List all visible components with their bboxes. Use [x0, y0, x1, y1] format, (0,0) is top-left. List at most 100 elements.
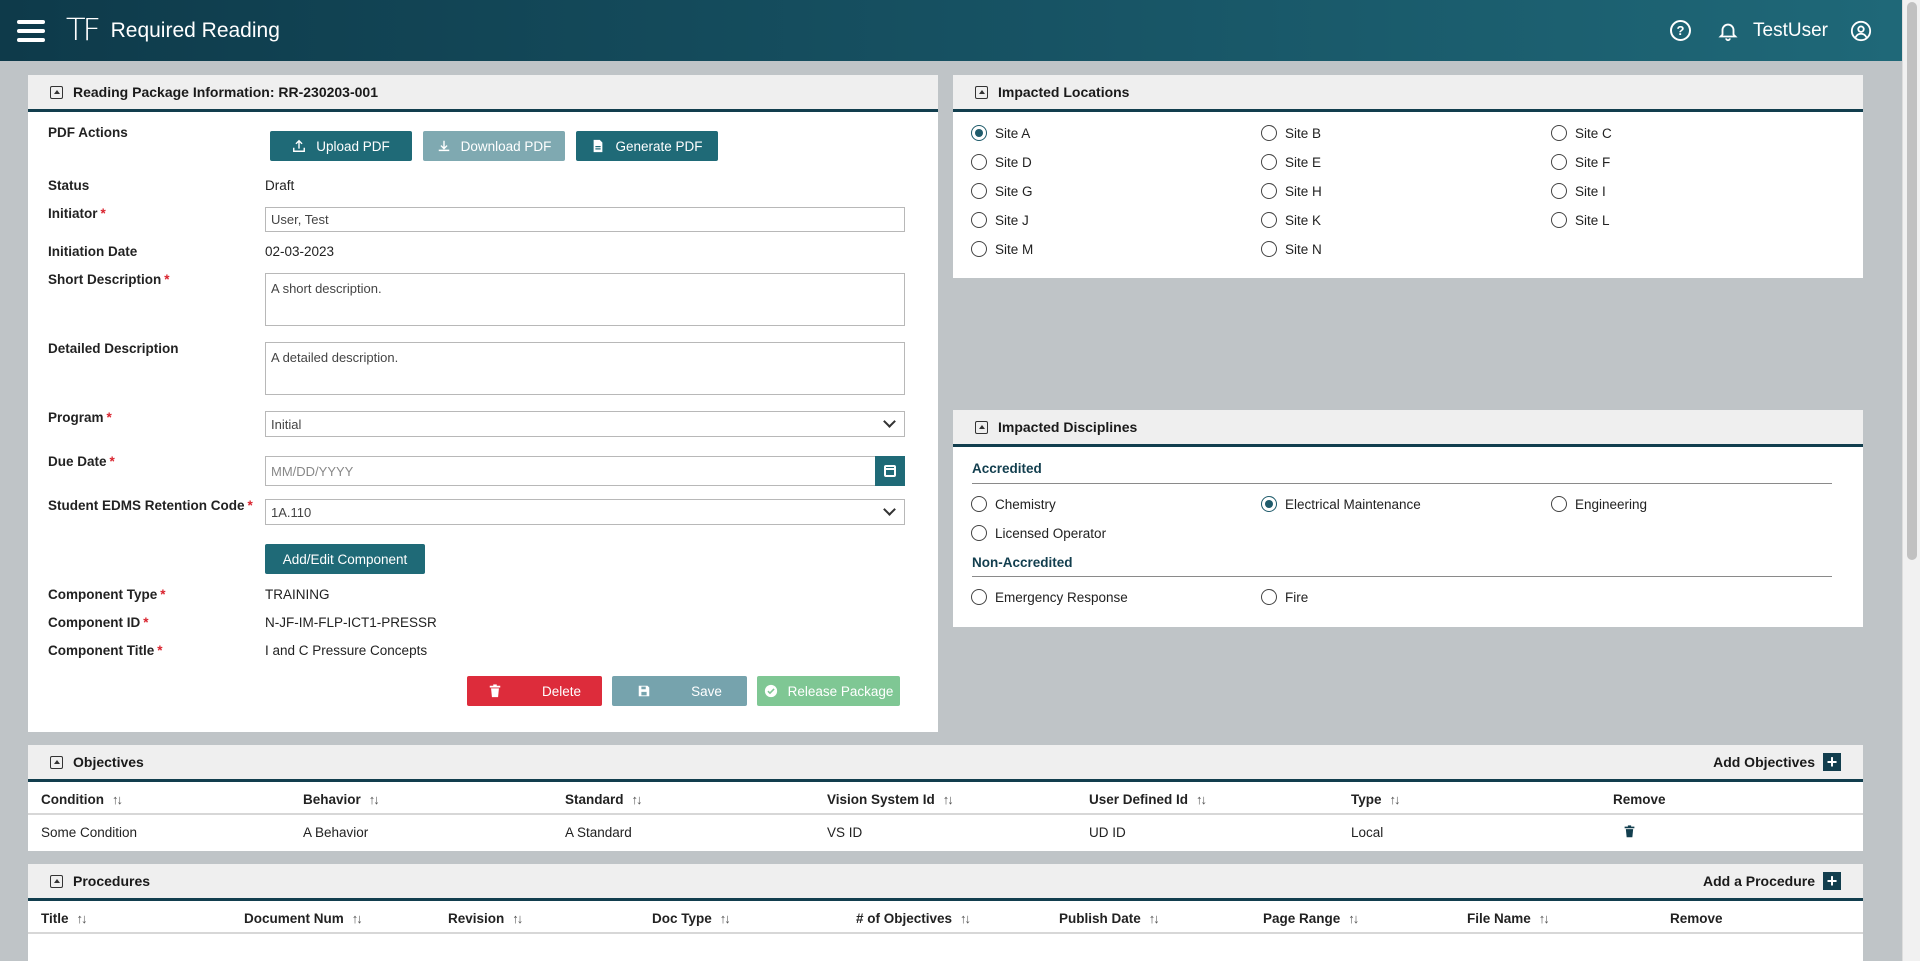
- site-radio[interactable]: Site H: [1261, 183, 1322, 199]
- component-id-label: Component ID *: [48, 615, 149, 630]
- status-label: Status: [48, 178, 90, 193]
- sort-icon[interactable]: ↑↓: [1348, 911, 1359, 926]
- delete-button[interactable]: Delete: [467, 676, 602, 706]
- collapse-icon[interactable]: [975, 420, 988, 434]
- calendar-button[interactable]: [875, 456, 905, 486]
- page-scrollbar[interactable]: [1902, 0, 1920, 961]
- collapse-icon[interactable]: [50, 874, 63, 888]
- site-radio[interactable]: Site A: [971, 125, 1030, 141]
- sort-icon[interactable]: ↑↓: [77, 911, 88, 926]
- detailed-description-label: Detailed Description: [48, 341, 179, 356]
- upload-pdf-button[interactable]: Upload PDF: [270, 131, 412, 161]
- column-header[interactable]: Vision System Id ↑↓: [827, 792, 954, 807]
- discipline-label: Fire: [1285, 589, 1309, 605]
- sort-icon[interactable]: ↑↓: [720, 911, 731, 926]
- collapse-icon[interactable]: [975, 85, 988, 99]
- sort-icon[interactable]: ↑↓: [512, 911, 523, 926]
- column-header[interactable]: Page Range ↑↓: [1263, 911, 1359, 926]
- upload-pdf-label: Upload PDF: [316, 138, 390, 154]
- impacted-disciplines-header[interactable]: Impacted Disciplines: [953, 410, 1863, 447]
- discipline-radio[interactable]: Electrical Maintenance: [1261, 496, 1421, 512]
- sort-icon[interactable]: ↑↓: [112, 792, 123, 807]
- sort-icon[interactable]: ↑↓: [632, 792, 643, 807]
- column-header[interactable]: Standard ↑↓: [565, 792, 643, 807]
- site-radio[interactable]: Site I: [1551, 183, 1606, 199]
- radio-icon: [971, 212, 987, 228]
- reading-package-header[interactable]: Reading Package Information: RR-230203-0…: [28, 75, 938, 112]
- site-radio[interactable]: Site N: [1261, 241, 1322, 257]
- discipline-radio[interactable]: Chemistry: [971, 496, 1056, 512]
- procedures-header[interactable]: Procedures: [28, 864, 1863, 901]
- column-header[interactable]: Publish Date ↑↓: [1059, 911, 1160, 926]
- initiator-field[interactable]: [265, 207, 905, 232]
- site-label: Site F: [1575, 154, 1611, 170]
- scroll-thumb[interactable]: [1907, 2, 1917, 560]
- site-radio[interactable]: Site C: [1551, 125, 1612, 141]
- site-radio[interactable]: Site G: [971, 183, 1033, 199]
- site-radio[interactable]: Site B: [1261, 125, 1321, 141]
- accredited-divider: [972, 483, 1832, 484]
- sort-icon[interactable]: ↑↓: [1149, 911, 1160, 926]
- chevron-down-icon: [883, 503, 896, 516]
- column-header[interactable]: Condition ↑↓: [41, 792, 123, 807]
- menu-icon[interactable]: [17, 19, 45, 42]
- user-account-icon[interactable]: [1850, 20, 1872, 42]
- short-description-field[interactable]: A short description.: [265, 273, 905, 326]
- sort-icon[interactable]: ↑↓: [943, 792, 954, 807]
- release-package-button[interactable]: Release Package: [757, 676, 900, 706]
- program-select[interactable]: Initial: [265, 411, 905, 437]
- discipline-radio[interactable]: Fire: [1261, 589, 1308, 605]
- radio-icon: [971, 496, 987, 512]
- column-header[interactable]: Title ↑↓: [41, 911, 88, 926]
- sort-icon[interactable]: ↑↓: [1390, 792, 1401, 807]
- site-radio[interactable]: Site D: [971, 154, 1032, 170]
- objectives-header[interactable]: Objectives: [28, 745, 1863, 782]
- help-icon[interactable]: ?: [1670, 20, 1692, 41]
- discipline-radio[interactable]: Engineering: [1551, 496, 1647, 512]
- column-header[interactable]: User Defined Id ↑↓: [1089, 792, 1207, 807]
- column-header[interactable]: Doc Type ↑↓: [652, 911, 731, 926]
- sort-icon[interactable]: ↑↓: [352, 911, 363, 926]
- download-pdf-button[interactable]: Download PDF: [423, 131, 565, 161]
- column-header[interactable]: Revision ↑↓: [448, 911, 523, 926]
- sort-icon[interactable]: ↑↓: [960, 911, 971, 926]
- impacted-locations-header[interactable]: Impacted Locations: [953, 75, 1863, 112]
- table-cell: Some Condition: [41, 825, 138, 840]
- column-header[interactable]: Type ↑↓: [1351, 792, 1401, 807]
- site-radio[interactable]: Site F: [1551, 154, 1610, 170]
- column-header[interactable]: Document Num ↑↓: [244, 911, 363, 926]
- site-label: Site I: [1575, 183, 1606, 199]
- bell-icon[interactable]: [1717, 20, 1739, 42]
- due-date-input[interactable]: [265, 456, 876, 486]
- generate-pdf-button[interactable]: Generate PDF: [576, 131, 718, 161]
- discipline-radio[interactable]: Emergency Response: [971, 589, 1128, 605]
- site-radio[interactable]: Site M: [971, 241, 1033, 257]
- sort-icon[interactable]: ↑↓: [369, 792, 380, 807]
- collapse-icon[interactable]: [50, 85, 63, 99]
- username[interactable]: TestUser: [1753, 20, 1828, 42]
- remove-row-trash-icon[interactable]: [1623, 825, 1636, 838]
- site-radio[interactable]: Site J: [971, 212, 1029, 228]
- column-header[interactable]: File Name ↑↓: [1467, 911, 1550, 926]
- site-radio[interactable]: Site E: [1261, 154, 1321, 170]
- retention-code-select[interactable]: 1A.110: [265, 499, 905, 525]
- site-label: Site A: [995, 125, 1031, 141]
- site-radio[interactable]: Site L: [1551, 212, 1610, 228]
- radio-icon: [1551, 154, 1567, 170]
- retention-code-label: Student EDMS Retention Code *: [48, 498, 253, 513]
- discipline-radio[interactable]: Licensed Operator: [971, 525, 1106, 541]
- radio-icon: [1551, 212, 1567, 228]
- site-radio[interactable]: Site K: [1261, 212, 1321, 228]
- save-button[interactable]: Save: [612, 676, 747, 706]
- column-header[interactable]: Behavior ↑↓: [303, 792, 380, 807]
- column-header[interactable]: # of Objectives ↑↓: [856, 911, 971, 926]
- detailed-description-field[interactable]: A detailed description.: [265, 342, 905, 395]
- collapse-icon[interactable]: [50, 755, 63, 769]
- add-procedure-button[interactable]: Add a Procedure +: [1703, 872, 1841, 890]
- sort-icon[interactable]: ↑↓: [1539, 911, 1550, 926]
- sort-icon[interactable]: ↑↓: [1196, 792, 1207, 807]
- initiator-label: Initiator *: [48, 206, 106, 221]
- add-edit-component-button[interactable]: Add/Edit Component: [265, 544, 425, 574]
- radio-icon: [1261, 154, 1277, 170]
- add-objectives-button[interactable]: Add Objectives +: [1713, 753, 1841, 771]
